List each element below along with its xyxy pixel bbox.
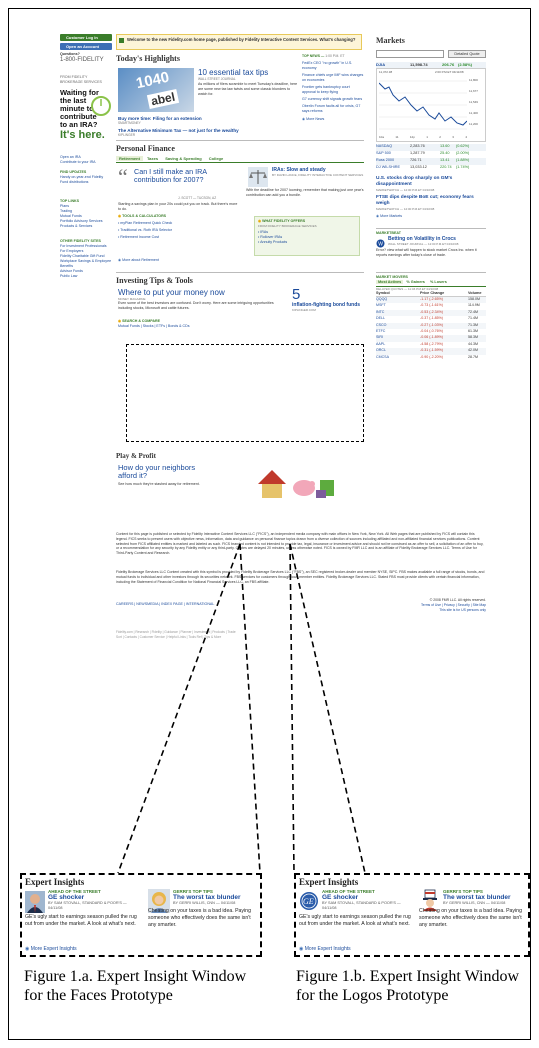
expert-item-body: GE's ugly start to earnings season pulle…: [25, 914, 137, 927]
expert-insight-logos: Expert Insights GE AHEAD OF THE STREET G…: [294, 873, 530, 957]
expert-item-title[interactable]: The worst tax blunder: [173, 894, 261, 901]
more-expert-link[interactable]: ◉ More Expert Insights: [25, 946, 77, 952]
ge-logo: GE: [300, 892, 318, 910]
expert-item[interactable]: GERRI'S TOP TIPS The worst tax blunder B…: [173, 889, 261, 906]
caption-faces: Figure 1.a. Expert Insight Window for th…: [24, 968, 247, 1004]
expert-item-title[interactable]: GE shocker: [48, 894, 140, 901]
expert-item[interactable]: AHEAD OF THE STREET GE shocker BY SAM ST…: [48, 889, 140, 911]
expert-heading: Expert Insights: [299, 877, 359, 887]
caption-logos: Figure 1.b. Expert Insight Window for th…: [296, 968, 520, 1004]
expert-heading: Expert Insights: [25, 877, 85, 887]
expert-item-title[interactable]: GE shocker: [322, 894, 412, 901]
expert-insight-faces: Expert Insights AHEAD OF THE STREET GE s…: [20, 873, 262, 957]
expert-item-body: Cheating on your taxes is a bad idea. Pa…: [419, 908, 522, 928]
more-expert-link[interactable]: ◉ More Expert Insights: [299, 946, 351, 952]
expert-item[interactable]: AHEAD OF THE STREET GE shocker BY SAM ST…: [322, 889, 412, 911]
svg-text:GE: GE: [303, 897, 314, 906]
expert-item-body: GE's ugly start to earnings season pulle…: [299, 914, 411, 927]
expert-item-body: Cheating on your taxes is a bad idea. Pa…: [148, 908, 251, 928]
expert-item[interactable]: GERRI'S TOP TIPS The worst tax blunder B…: [443, 889, 529, 906]
analyst-face-photo: [25, 891, 45, 913]
expert-item-title[interactable]: The worst tax blunder: [443, 894, 529, 901]
